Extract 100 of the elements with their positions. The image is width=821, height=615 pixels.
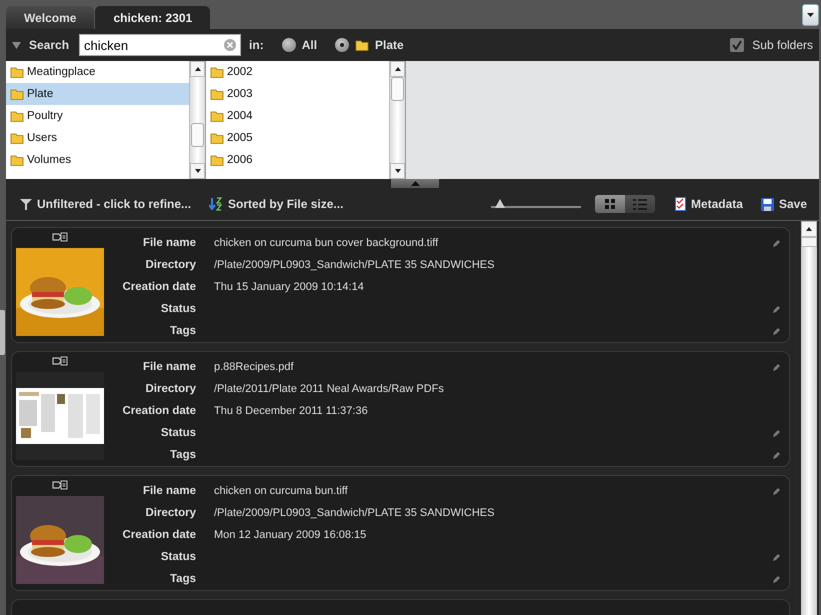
result-card[interactable]: File name chicken on curcuma bun cover background.tiff Directory /Plate/2009/PL0903_Sandwich/PLATE 35 SANDWICHES Creation date Thu 15 January 2009 10:14:14 Status Tags xyxy=(11,227,790,343)
pencil-icon[interactable] xyxy=(772,304,781,314)
sort-icon xyxy=(209,197,224,211)
radio-button[interactable] xyxy=(282,38,296,52)
folder-item[interactable]: Plate xyxy=(6,83,189,105)
folder-icon xyxy=(210,66,224,78)
tab[interactable]: chicken: 2301 xyxy=(95,6,210,29)
checkmark-icon xyxy=(732,40,742,50)
scope-label: in: xyxy=(249,38,264,52)
field-label: Status xyxy=(160,427,196,439)
field-label: Directory xyxy=(144,259,196,271)
field-label: File name xyxy=(142,237,196,249)
field-label: Directory xyxy=(144,507,196,519)
field-value: chicken on curcuma bun.tiff xyxy=(214,485,348,497)
slider-thumb[interactable] xyxy=(494,199,505,208)
up-arrow-icon xyxy=(410,181,420,186)
scrollbar[interactable] xyxy=(189,61,205,179)
folder-icon xyxy=(210,154,224,166)
scrollbar[interactable] xyxy=(801,221,817,615)
clear-icon[interactable] xyxy=(224,39,236,51)
up-arrow-icon[interactable] xyxy=(194,67,200,71)
pencil-icon[interactable] xyxy=(772,574,781,584)
folder-icon xyxy=(10,66,24,78)
field-label: File name xyxy=(142,361,196,373)
folder-icon xyxy=(10,154,24,166)
field-value: /Plate/2009/PL0903_Sandwich/PLATE 35 SANDWICHES xyxy=(214,259,494,271)
field-label: Status xyxy=(160,303,196,315)
caret-icon xyxy=(807,13,814,17)
field-value: Thu 15 January 2009 10:14:14 xyxy=(214,281,364,293)
folder-item[interactable]: 2004 xyxy=(206,105,389,127)
folder-item[interactable]: Poultry xyxy=(6,105,189,127)
field-label: Tags xyxy=(169,573,196,585)
folder-item[interactable]: 2006 xyxy=(206,149,389,171)
down-arrow-icon[interactable] xyxy=(394,169,400,173)
scroll-thumb[interactable] xyxy=(191,123,204,147)
filter-button[interactable]: Unfiltered - click to refine... xyxy=(20,197,192,211)
collapse-triangle-icon[interactable] xyxy=(12,42,21,48)
field-value: /Plate/2009/PL0903_Sandwich/PLATE 35 SANDWICHES xyxy=(214,507,494,519)
pencil-icon[interactable] xyxy=(772,486,781,496)
search-label: Search xyxy=(29,38,70,52)
checkbox-label: Sub folders xyxy=(752,38,813,52)
sort-button[interactable]: Sorted by File size... xyxy=(209,197,344,211)
radio-button[interactable] xyxy=(335,38,350,52)
pencil-icon[interactable] xyxy=(772,362,781,372)
tab[interactable]: Welcome xyxy=(6,6,94,29)
tag-list-icon[interactable] xyxy=(52,480,68,490)
tag-list-icon[interactable] xyxy=(52,356,68,366)
folder-item[interactable]: 2002 xyxy=(206,61,389,83)
folder-icon xyxy=(355,39,370,51)
scroll-thumb[interactable] xyxy=(801,237,817,247)
pencil-icon[interactable] xyxy=(772,326,781,336)
grid-view-button[interactable] xyxy=(594,195,625,213)
field-label: Creation date xyxy=(122,529,196,541)
save-button[interactable]: Save xyxy=(760,197,807,211)
scroll-thumb[interactable] xyxy=(391,77,404,101)
metadata-button[interactable]: Metadata xyxy=(674,197,743,211)
up-arrow-icon[interactable] xyxy=(806,227,812,231)
result-card[interactable]: File name chicken on curcuma bun.tiff Directory /Plate/2009/PL0903_Sandwich/PLATE 35 SANDWICHES Creation date Mon 12 January 2009 16:08:15 Status Tags xyxy=(11,475,790,591)
tag-list-icon[interactable] xyxy=(52,232,68,242)
funnel-icon xyxy=(20,198,32,210)
grid-icon xyxy=(604,199,616,209)
folder-item[interactable]: Meatingplace xyxy=(6,61,189,83)
field-label: Tags xyxy=(169,449,196,461)
folder-icon xyxy=(210,132,224,144)
pencil-icon[interactable] xyxy=(772,552,781,562)
field-value: p.88Recipes.pdf xyxy=(214,361,294,373)
splitter-handle[interactable] xyxy=(391,179,439,188)
scrollbar[interactable] xyxy=(389,61,405,179)
search-field[interactable]: chicken xyxy=(79,34,242,56)
scope-option-label: All xyxy=(302,38,318,52)
dropdown-button[interactable] xyxy=(802,4,819,26)
folder-item[interactable]: Users xyxy=(6,127,189,149)
pencil-icon[interactable] xyxy=(772,428,781,438)
field-value: Mon 12 January 2009 16:08:15 xyxy=(214,529,366,541)
checklist-icon xyxy=(674,197,686,211)
result-card[interactable]: File name p.88Recipes.pdf Directory /Plate/2011/Plate 2011 Neal Awards/Raw PDFs Creation date Thu 8 December 2011 11:37:36 Status Tags xyxy=(11,351,790,467)
folder-icon xyxy=(10,88,24,100)
field-value: Thu 8 December 2011 11:37:36 xyxy=(214,405,368,417)
list-icon xyxy=(632,198,647,210)
field-label: Status xyxy=(160,551,196,563)
side-panel-handle[interactable] xyxy=(0,310,5,355)
folder-icon xyxy=(210,88,224,100)
field-value: chicken on curcuma bun cover background.tiff xyxy=(214,237,438,249)
up-arrow-icon[interactable] xyxy=(394,67,400,71)
folder-item[interactable]: Volumes xyxy=(6,149,189,171)
field-label: Directory xyxy=(144,383,196,395)
field-label: File name xyxy=(142,485,196,497)
field-label: Creation date xyxy=(122,281,196,293)
folder-icon xyxy=(210,110,224,122)
folder-icon xyxy=(10,132,24,144)
pencil-icon[interactable] xyxy=(772,450,781,460)
checkbox[interactable] xyxy=(730,38,744,52)
field-label: Creation date xyxy=(122,405,196,417)
folder-item[interactable]: 2003 xyxy=(206,83,389,105)
pencil-icon[interactable] xyxy=(772,238,781,248)
scope-option-label: Plate xyxy=(375,38,404,52)
down-arrow-icon[interactable] xyxy=(194,169,200,173)
folder-item[interactable]: 2005 xyxy=(206,127,389,149)
field-value: /Plate/2011/Plate 2011 Neal Awards/Raw PDFs xyxy=(214,383,444,395)
field-label: Tags xyxy=(169,325,196,337)
